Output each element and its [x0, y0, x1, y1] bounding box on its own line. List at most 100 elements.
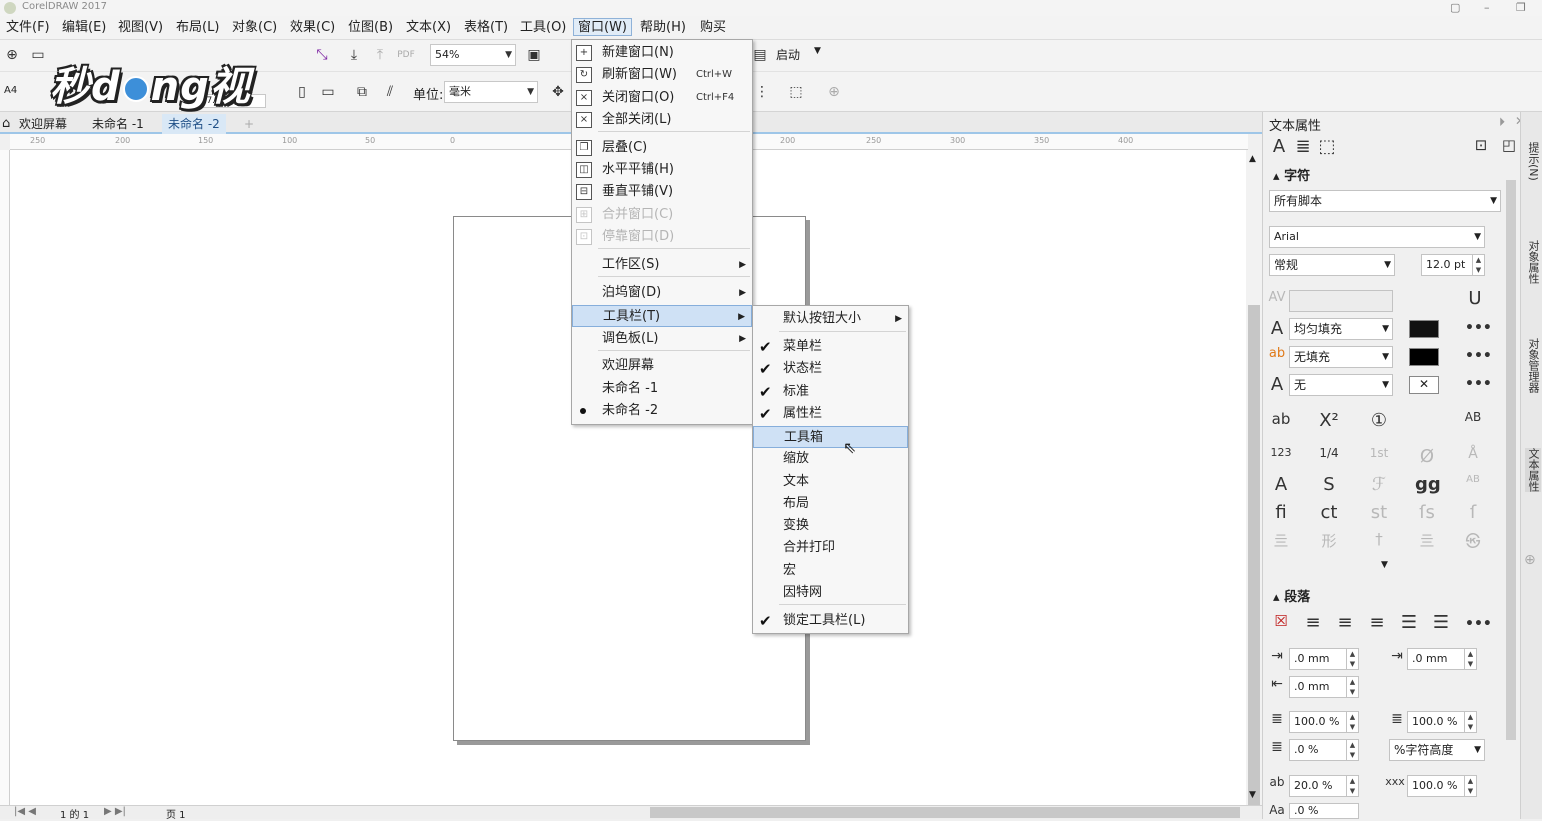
menu-item-6[interactable]: 位图(B)	[344, 19, 397, 37]
window-menu-item-5[interactable]: ◫ 水平平铺(H)	[572, 159, 752, 181]
underline-icon[interactable]: U	[1463, 288, 1487, 309]
spinner-icon[interactable]: ▲ ▼	[1472, 255, 1484, 275]
line-spacing-field[interactable]: 100.0 % ▲ ▼	[1407, 711, 1477, 733]
unit-combo[interactable]: 毫米 ▼	[444, 81, 538, 103]
space-after-field[interactable]: .0 % ▲ ▼	[1289, 739, 1359, 761]
duplicate-distance-icon[interactable]: ⋮	[752, 82, 772, 102]
home-icon[interactable]: ⌂	[0, 114, 12, 134]
horizontal-scrollbar[interactable]	[650, 807, 1240, 818]
line-spacing-unit-combo[interactable]: %字符高度 ▼	[1389, 739, 1485, 761]
window-menu-item-9[interactable]: 工作区(S) ▶	[572, 254, 752, 276]
menu-item-7[interactable]: 文本(X)	[402, 19, 455, 37]
page-size-combo[interactable]: A4	[0, 81, 48, 103]
align-left-icon[interactable]: ≡	[1301, 612, 1325, 633]
toolbar-submenu-item-10[interactable]: 合并打印	[753, 537, 908, 559]
ligature-gg-icon[interactable]: gg	[1415, 474, 1441, 495]
script-combo[interactable]: 所有脚本 ▼	[1269, 190, 1501, 212]
window-menu-item-7[interactable]: ⊞ 合并窗口(C)	[572, 204, 752, 226]
spinner-icon[interactable]: ▲ ▼	[1346, 677, 1358, 697]
toolbar-submenu-item-0[interactable]: 默认按钮大小 ▶	[753, 308, 908, 330]
word-spacing-field[interactable]: 100.0 % ▲ ▼	[1407, 775, 1477, 797]
window-menu-item-8[interactable]: ⊡ 停靠窗口(D)	[572, 226, 752, 248]
kerning-icon[interactable]: AV	[1265, 290, 1289, 305]
spinner-icon[interactable]: ▲ ▼	[1464, 776, 1476, 796]
launch-label[interactable]: 启动	[776, 46, 800, 63]
window-menu-item-0[interactable]: + 新建窗口(N)	[572, 42, 752, 64]
portrait-icon[interactable]: ▯	[292, 82, 312, 102]
menu-item-1[interactable]: 编辑(E)	[58, 19, 110, 37]
open-icon[interactable]: ▭	[28, 45, 48, 65]
left-indent-icon[interactable]: ⇥	[1265, 648, 1289, 664]
left-indent-field[interactable]: .0 mm ▲ ▼	[1289, 648, 1359, 670]
side-tab-object-manager[interactable]: 对象管理器	[1525, 338, 1541, 393]
emphasis-icon[interactable]: 亖	[1415, 530, 1439, 551]
new-document-icon[interactable]: ⊕	[2, 45, 22, 65]
window-menu-item-6[interactable]: ⊟ 垂直平铺(V)	[572, 181, 752, 203]
stylistic-a-icon[interactable]: A	[1269, 474, 1293, 495]
ligature-st-icon[interactable]: st	[1367, 502, 1391, 523]
publish-pdf-icon[interactable]: PDF	[396, 45, 416, 65]
historical-f-icon[interactable]: ſ	[1461, 502, 1485, 523]
all-pages-icon[interactable]: ⧉	[352, 82, 372, 102]
spinner-icon[interactable]: ▲ ▼	[1346, 776, 1358, 796]
window-menu-item-12[interactable]: 调色板(L) ▶	[572, 328, 752, 350]
toolbar-submenu-item-7[interactable]: 文本	[753, 471, 908, 493]
side-tab-text-properties[interactable]: 文本属性	[1525, 448, 1541, 492]
menu-item-4[interactable]: 对象(C)	[228, 19, 281, 37]
window-menu-item-13[interactable]: 欢迎屏幕	[572, 355, 752, 377]
toolbar-submenu-item-13[interactable]: ✔ 锁定工具栏(L)	[753, 610, 908, 632]
paragraph-section-title[interactable]: ▴ 段落	[1273, 586, 1310, 605]
font-style-combo[interactable]: 常规 ▼	[1269, 254, 1395, 276]
expand-icon[interactable]: ⏵	[1499, 115, 1505, 130]
toolbar-submenu-item-8[interactable]: 布局	[753, 493, 908, 515]
kerning-field[interactable]	[1289, 290, 1393, 312]
line-spacing-icon[interactable]: ≣	[1385, 711, 1409, 727]
window-menu-item-14[interactable]: 未命名 -1	[572, 378, 752, 400]
window-menu-item-15[interactable]: 未命名 -2	[572, 400, 752, 422]
toolbar-submenu-item-2[interactable]: ✔ 状态栏	[753, 358, 908, 380]
menu-item-10[interactable]: 窗口(W)	[573, 18, 632, 36]
toolbar-submenu-item-12[interactable]: 因特网	[753, 582, 908, 604]
docker-scroll-thumb[interactable]	[1506, 180, 1516, 740]
toolbar-submenu-item-11[interactable]: 宏	[753, 560, 908, 582]
window-menu-item-1[interactable]: ↻ 刷新窗口(W) Ctrl+W	[572, 64, 752, 86]
language-spacing-icon[interactable]: Aa	[1265, 803, 1289, 817]
toolbar-submenu-item-5[interactable]: 工具箱	[753, 426, 908, 448]
align-center-icon[interactable]: ≡	[1333, 612, 1357, 633]
page-settings-icon[interactable]: ◰	[1497, 136, 1521, 154]
launch-icon[interactable]: ▤	[750, 45, 770, 65]
landscape-icon[interactable]: ▭	[318, 82, 338, 102]
nudge-icon[interactable]: ✥	[548, 82, 568, 102]
right-indent-icon[interactable]: ⇤	[1265, 676, 1289, 692]
current-page-icon[interactable]: ⫽	[380, 82, 400, 102]
menu-item-11[interactable]: 帮助(H)	[636, 19, 690, 37]
launch-dropdown-icon[interactable]: ▼	[814, 46, 821, 56]
first-page-icon[interactable]: |◀ ◀	[14, 806, 36, 817]
more-options-icon[interactable]: •••	[1465, 348, 1492, 364]
scroll-thumb[interactable]	[1248, 305, 1260, 805]
menu-item-2[interactable]: 视图(V)	[114, 19, 167, 37]
scroll-up-icon[interactable]: ▲	[1249, 154, 1256, 164]
more-options-icon[interactable]: •••	[1465, 616, 1492, 632]
add-icon[interactable]: ⊕	[824, 82, 844, 102]
toolbar-submenu-item-4[interactable]: ✔ 属性栏	[753, 403, 908, 425]
side-tab-object-properties[interactable]: 对象属性	[1525, 240, 1541, 284]
text-frame-icon[interactable]: ⊡	[1469, 136, 1493, 154]
spinner-icon[interactable]: ▲ ▼	[1346, 649, 1358, 669]
menu-item-3[interactable]: 布局(L)	[172, 19, 223, 37]
ligature-ct-icon[interactable]: ct	[1317, 502, 1341, 523]
character-section-title[interactable]: ▴ 字符	[1273, 165, 1310, 184]
background-fill-combo[interactable]: 无填充 ▼	[1289, 346, 1393, 368]
page-frame-icon[interactable]: ⬚	[786, 82, 806, 102]
swash-icon[interactable]: Å	[1461, 446, 1485, 462]
toolbar-submenu-item-1[interactable]: ✔ 菜单栏	[753, 336, 908, 358]
menu-item-0[interactable]: 文件(F)	[2, 19, 54, 37]
spinner-icon[interactable]: ▲ ▼	[1346, 712, 1358, 732]
long-s-icon[interactable]: ſs	[1415, 502, 1439, 523]
menu-item-9[interactable]: 工具(O)	[516, 19, 570, 37]
add-tab-icon[interactable]: +	[238, 114, 260, 134]
spinner-icon[interactable]: ▲ ▼	[1464, 712, 1476, 732]
align-right-icon[interactable]: ≡	[1365, 612, 1389, 633]
small-caps-icon[interactable]: AB	[1461, 474, 1485, 485]
all-caps-icon[interactable]: AB	[1461, 410, 1485, 424]
